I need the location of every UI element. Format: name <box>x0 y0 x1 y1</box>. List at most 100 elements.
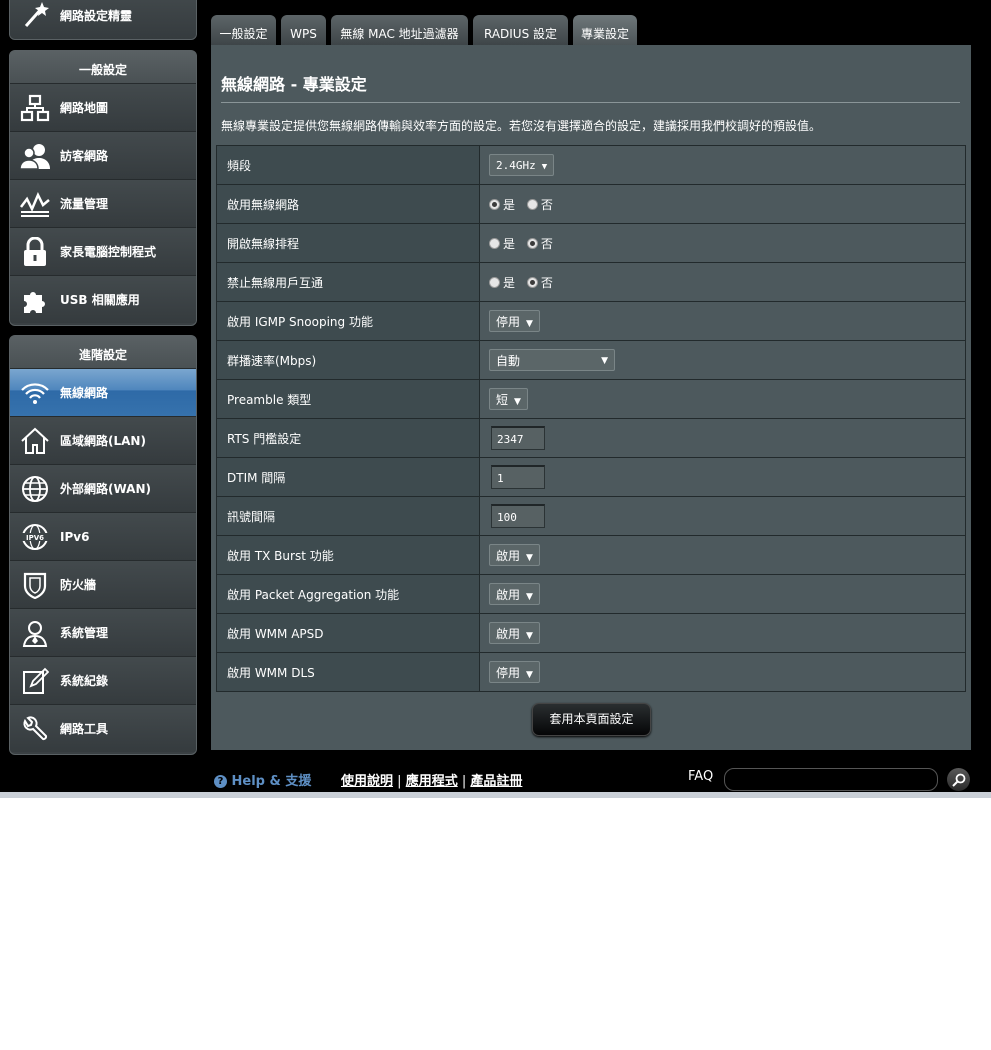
product-registration-link[interactable]: 產品註冊 <box>470 774 522 789</box>
sidebar-item-network-tools[interactable]: 網路工具 <box>10 704 196 752</box>
radio-label: 是 <box>503 236 516 251</box>
setting-label: 訊號間隔 <box>216 496 480 536</box>
page-description: 無線專業設定提供您無線網路傳輸與效率方面的設定。若您沒有選擇適合的設定，建議採用… <box>221 119 822 133</box>
band-select[interactable]: 2.4GHz ▼ <box>489 154 555 176</box>
shield-icon <box>18 568 52 602</box>
beacon-interval-input[interactable]: 100 <box>491 504 545 528</box>
help-support-label: Help & 支援 <box>231 774 312 789</box>
help-support[interactable]: ? Help & 支援 <box>214 770 311 789</box>
sidebar-item-label: 流量管理 <box>60 197 109 211</box>
search-icon <box>951 773 965 787</box>
sidebar-item-label: 系統管理 <box>60 626 109 640</box>
setting-label: 開啟無線排程 <box>216 223 480 263</box>
tab-mac-filter[interactable]: 無線 MAC 地址過濾器 <box>331 15 468 45</box>
setting-label: 啟用 IGMP Snooping 功能 <box>216 301 480 341</box>
sidebar-item-administration[interactable]: 系統管理 <box>10 608 196 656</box>
sidebar-item-system-log[interactable]: 系統紀錄 <box>10 656 196 704</box>
setting-label: 啟用 TX Burst 功能 <box>216 535 480 575</box>
sidebar-item-label: 網路工具 <box>60 722 109 736</box>
quick-setup-box: 網路設定精靈 <box>9 0 197 40</box>
sidebar-item-label: 系統紀錄 <box>60 674 109 688</box>
sidebar-item-quick-setup[interactable]: 網路設定精靈 <box>10 0 196 39</box>
sidebar-item-ipv6[interactable]: IPV6 IPv6 <box>10 512 196 560</box>
guest-users-icon <box>18 139 52 173</box>
preamble-type-select[interactable]: 短 ▼ <box>489 388 528 410</box>
table-row: 啟用 Packet Aggregation 功能 啟用 ▼ <box>216 574 966 614</box>
tx-burst-select[interactable]: 啟用 ▼ <box>489 544 540 566</box>
sidebar-item-traffic-manager[interactable]: 流量管理 <box>10 179 196 227</box>
sidebar-item-parental-controls[interactable]: 家長電腦控制程式 <box>10 227 196 275</box>
wireless-schedule-no-radio[interactable] <box>526 237 538 249</box>
wireless-schedule-yes-radio[interactable] <box>489 237 500 249</box>
ap-isolation-yes-radio[interactable] <box>489 276 500 288</box>
admin-user-icon <box>18 616 52 650</box>
sidebar-item-wan[interactable]: 外部網路(WAN) <box>10 464 196 512</box>
packet-aggregation-select[interactable]: 啟用 ▼ <box>489 583 540 605</box>
setting-label: 頻段 <box>216 145 480 185</box>
sidebar-item-label: USB 相關應用 <box>60 293 140 307</box>
wmm-dls-select[interactable]: 停用 ▼ <box>489 661 540 683</box>
setting-label: Preamble 類型 <box>216 379 480 419</box>
setting-label: 禁止無線用戶互通 <box>216 262 480 302</box>
sidebar-item-guest-network[interactable]: 訪客網路 <box>10 131 196 179</box>
chevron-down-icon: ▼ <box>514 397 521 407</box>
table-row: 啟用 WMM DLS 停用 ▼ <box>216 652 966 692</box>
tab-professional[interactable]: 專業設定 <box>573 15 637 45</box>
table-row: Preamble 類型 短 ▼ <box>216 379 966 419</box>
radio-label: 否 <box>540 275 553 290</box>
ap-isolation-no-radio[interactable] <box>526 276 538 288</box>
sidebar-item-firewall[interactable]: 防火牆 <box>10 560 196 608</box>
apply-settings-button[interactable]: 套用本頁面設定 <box>532 703 651 736</box>
sidebar-item-label: 網路設定精靈 <box>60 8 133 23</box>
setting-label: 啟用無線網路 <box>216 184 480 224</box>
sidebar-item-label: IPv6 <box>60 529 90 544</box>
select-value: 啟用 <box>496 627 521 641</box>
enable-wireless-yes-radio[interactable] <box>489 198 500 210</box>
sidebar-item-network-map[interactable]: 網路地圖 <box>10 83 196 131</box>
sidebar-item-label: 網路地圖 <box>60 101 109 115</box>
sidebar-item-usb-applications[interactable]: USB 相關應用 <box>10 275 196 323</box>
faq-search-input[interactable] <box>724 768 938 791</box>
lock-icon <box>18 235 52 269</box>
network-map-icon <box>18 91 52 125</box>
manual-link[interactable]: 使用說明 <box>341 774 393 789</box>
table-row: 啟用 WMM APSD 啟用 ▼ <box>216 613 966 653</box>
table-row: DTIM 間隔 1 <box>216 457 966 497</box>
sidebar-item-label: 無線網路 <box>60 386 109 400</box>
multicast-rate-select[interactable]: 自動 ▼ <box>489 349 615 371</box>
faq-search-button[interactable] <box>947 768 970 791</box>
setting-label: RTS 門檻設定 <box>216 418 480 458</box>
chevron-down-icon: ▼ <box>526 631 533 641</box>
utility-link[interactable]: 應用程式 <box>406 774 458 789</box>
dtim-interval-input[interactable]: 1 <box>491 465 545 489</box>
help-icon: ? <box>214 775 227 788</box>
enable-wireless-no-radio[interactable] <box>526 198 538 210</box>
wmm-apsd-select[interactable]: 啟用 ▼ <box>489 622 540 644</box>
title-divider <box>221 102 960 103</box>
chevron-down-icon: ▼ <box>526 670 533 680</box>
sidebar-item-label: 外部網路(WAN) <box>60 482 151 496</box>
home-icon <box>18 424 52 458</box>
wifi-icon <box>18 376 52 410</box>
radio-label: 否 <box>540 197 553 212</box>
tab-general[interactable]: 一般設定 <box>211 15 276 45</box>
igmp-snooping-select[interactable]: 停用 ▼ <box>489 310 540 332</box>
table-row: 開啟無線排程 是 否 <box>216 223 966 263</box>
setting-label: 啟用 WMM APSD <box>216 613 480 653</box>
table-row: 禁止無線用戶互通 是 否 <box>216 262 966 302</box>
tab-radius[interactable]: RADIUS 設定 <box>473 15 568 45</box>
sidebar-item-wireless[interactable]: 無線網路 <box>10 368 196 416</box>
traffic-chart-icon <box>18 187 52 221</box>
radio-label: 是 <box>503 197 516 212</box>
separator: | <box>461 774 467 789</box>
window-bottom-edge <box>0 792 991 798</box>
rts-threshold-input[interactable]: 2347 <box>491 426 545 450</box>
select-value: 自動 <box>496 354 521 368</box>
globe-icon <box>18 472 52 506</box>
sidebar-item-label: 防火牆 <box>60 578 97 592</box>
tab-wps[interactable]: WPS <box>281 15 326 45</box>
svg-text:IPV6: IPV6 <box>26 534 44 542</box>
sidebar-item-label: 家長電腦控制程式 <box>60 245 157 259</box>
sidebar-item-lan[interactable]: 區域網路(LAN) <box>10 416 196 464</box>
wrench-icon <box>18 712 52 746</box>
